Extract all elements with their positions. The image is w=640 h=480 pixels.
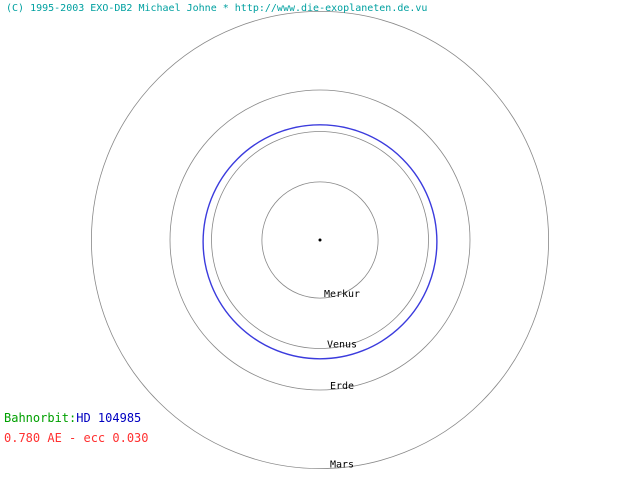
orbit-diagram: Merkur Venus Erde Mars: [90, 10, 550, 471]
exoplanet-orbit: [202, 124, 438, 360]
copyright-text: (C) 1995-2003 EXO-DB2 Michael Johne * ht…: [6, 3, 428, 14]
legend-object-name: HD 104985: [76, 411, 142, 425]
planet-label-venus: Venus: [327, 339, 357, 350]
planet-labels: Merkur Venus Erde Mars: [324, 289, 360, 471]
exoplanet-orbit-group: [202, 124, 438, 360]
planet-label-mars: Mars: [330, 460, 354, 471]
legend-orbit-line: Bahnorbit:HD 104985: [4, 410, 141, 426]
planet-label-merkur: Merkur: [324, 289, 360, 300]
legend-orbit-params: 0.780 AE - ecc 0.030: [4, 431, 149, 445]
central-star: [318, 238, 322, 242]
planet-label-erde: Erde: [330, 381, 354, 392]
legend-prefix: Bahnorbit:: [4, 411, 77, 425]
